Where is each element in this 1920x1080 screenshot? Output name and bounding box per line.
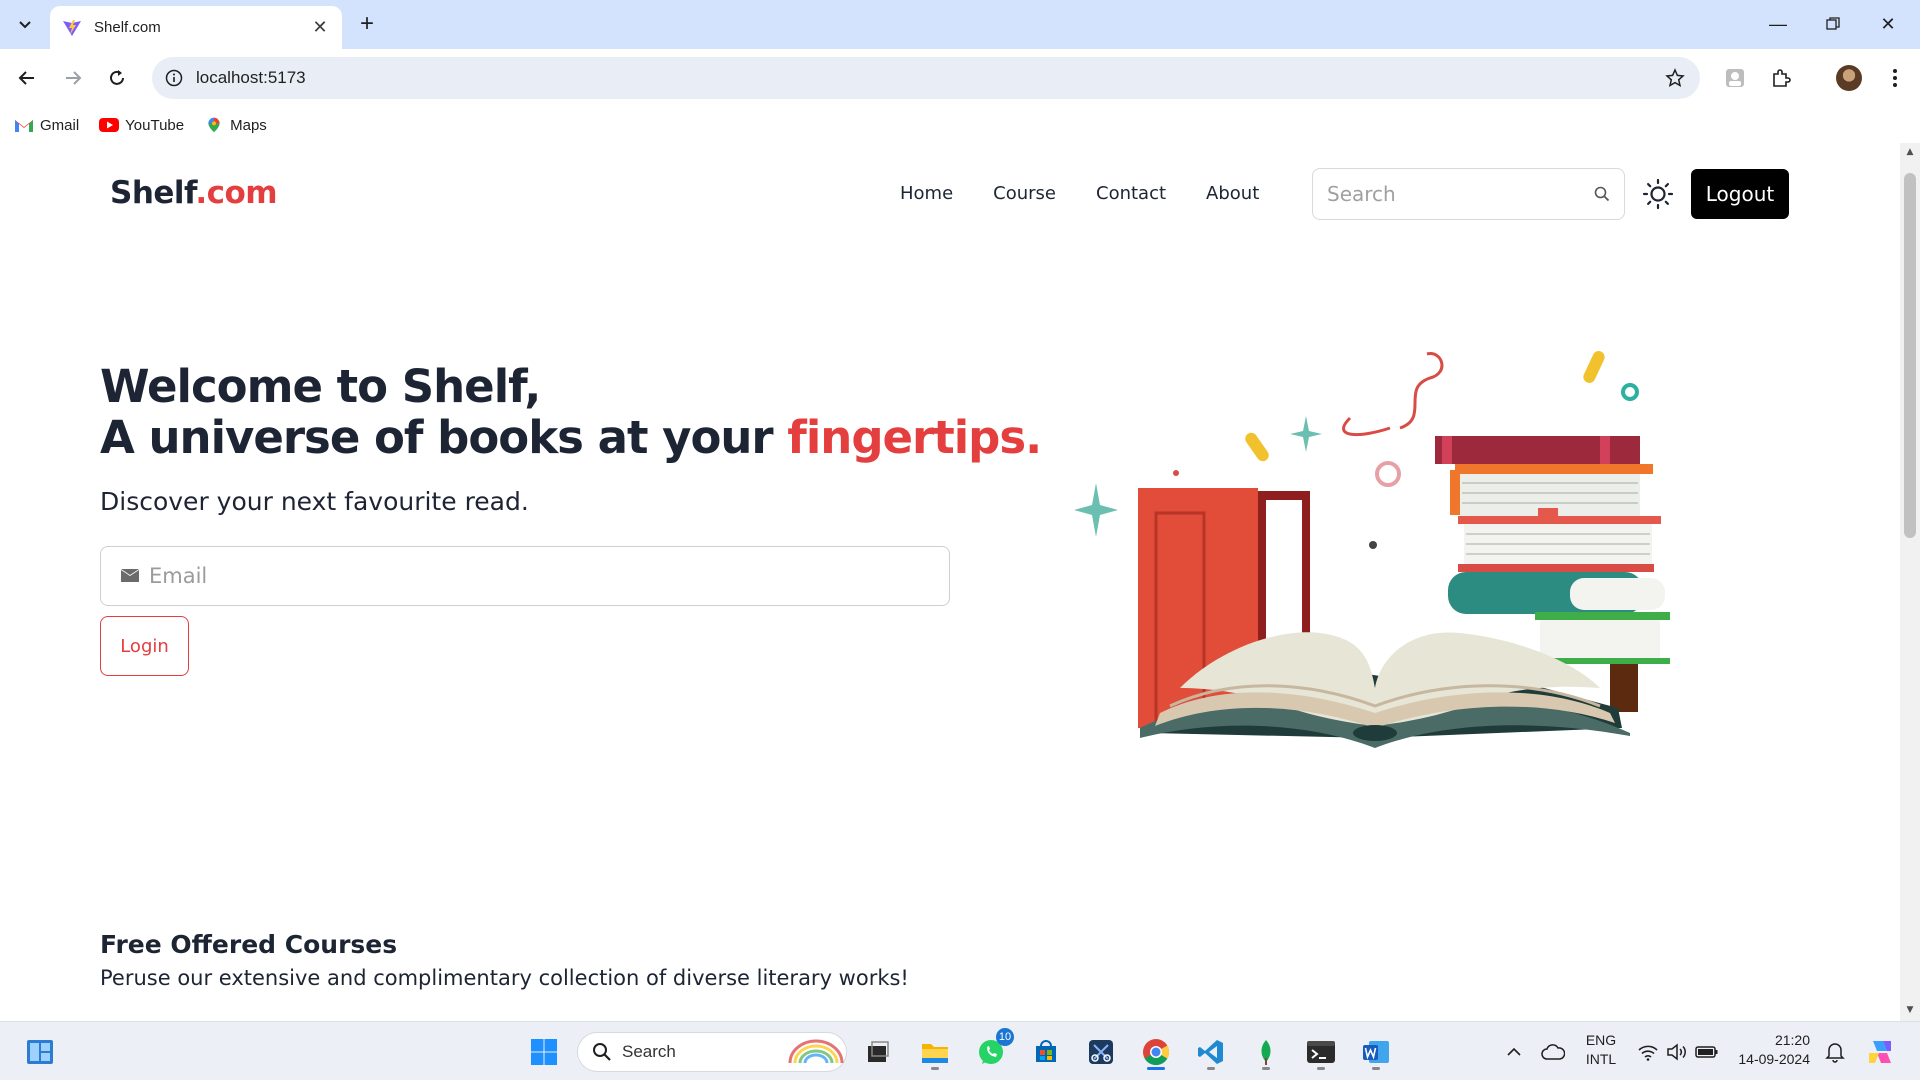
theme-toggle-sun-icon[interactable] bbox=[1642, 178, 1674, 210]
restore-icon[interactable] bbox=[1813, 10, 1853, 38]
minimize-icon[interactable]: — bbox=[1758, 10, 1798, 38]
profile-avatar[interactable] bbox=[1836, 65, 1862, 91]
vscode-icon[interactable] bbox=[1191, 1032, 1231, 1072]
bookmark-label: Maps bbox=[230, 116, 267, 134]
brand-accent: .com bbox=[195, 175, 278, 211]
onedrive-cloud-icon[interactable] bbox=[1533, 1032, 1573, 1072]
start-windows-icon[interactable] bbox=[524, 1032, 564, 1072]
running-indicator bbox=[1262, 1067, 1270, 1070]
envelope-icon bbox=[121, 569, 139, 582]
running-indicator bbox=[1207, 1067, 1215, 1070]
browser-tabstrip: Shelf.com ✕ + — ✕ bbox=[0, 0, 1920, 49]
search-icon[interactable] bbox=[1594, 186, 1610, 202]
main-nav: Home Course Contact About bbox=[900, 183, 1299, 204]
bookmark-label: Gmail bbox=[40, 116, 80, 134]
extensions-puzzle-icon[interactable] bbox=[1768, 65, 1794, 91]
clock[interactable]: 21:20 14-09-2024 bbox=[1726, 1032, 1810, 1067]
vite-favicon-icon bbox=[63, 19, 81, 36]
back-icon[interactable] bbox=[12, 63, 42, 93]
browser-tab-active[interactable]: Shelf.com ✕ bbox=[50, 6, 342, 49]
scrollbar-thumb[interactable] bbox=[1904, 173, 1916, 538]
task-view-icon[interactable] bbox=[858, 1032, 898, 1072]
new-tab-button[interactable]: + bbox=[354, 12, 380, 38]
login-button[interactable]: Login bbox=[100, 616, 189, 676]
taskbar-search[interactable]: Search bbox=[577, 1032, 847, 1072]
snipping-tool-icon[interactable] bbox=[1081, 1032, 1121, 1072]
page-viewport: Shelf.com Home Course Contact About Sear… bbox=[0, 143, 1900, 1021]
hero-subtitle: Discover your next favourite read. bbox=[100, 487, 529, 516]
forward-icon[interactable] bbox=[58, 63, 88, 93]
word-icon[interactable] bbox=[1356, 1032, 1396, 1072]
bookmark-gmail[interactable]: Gmail bbox=[14, 117, 79, 134]
email-field[interactable]: Email bbox=[100, 546, 950, 606]
scroll-down-arrow-icon[interactable]: ▼ bbox=[1904, 1005, 1916, 1017]
bookmark-star-icon[interactable] bbox=[1660, 63, 1690, 93]
search-highlight-icon bbox=[788, 1039, 844, 1064]
site-search-input[interactable]: Search bbox=[1312, 168, 1625, 220]
clock-time: 21:20 bbox=[1774, 1032, 1810, 1048]
scroll-up-arrow-icon[interactable]: ▲ bbox=[1904, 147, 1916, 159]
running-indicator bbox=[931, 1067, 939, 1070]
bookmark-youtube[interactable]: YouTube bbox=[99, 117, 184, 134]
nav-course[interactable]: Course bbox=[993, 183, 1056, 204]
nav-about[interactable]: About bbox=[1206, 183, 1259, 204]
browser-toolbar: localhost:5173 bbox=[0, 49, 1920, 107]
hero-heading: Welcome to Shelf, A universe of books at… bbox=[100, 360, 1042, 464]
bookmark-maps[interactable]: Maps bbox=[204, 117, 267, 134]
bookmark-label: YouTube bbox=[125, 116, 185, 134]
taskbar-search-placeholder: Search bbox=[622, 1042, 676, 1061]
hero-line2-prefix: A universe of books at your bbox=[100, 411, 788, 464]
tab-title: Shelf.com bbox=[94, 19, 161, 36]
lang-line1: ENG bbox=[1585, 1032, 1617, 1048]
battery-icon[interactable] bbox=[1687, 1032, 1727, 1072]
brand-main: Shelf bbox=[110, 175, 196, 211]
youtube-icon bbox=[99, 118, 120, 132]
notification-bell-icon[interactable] bbox=[1815, 1032, 1855, 1072]
microsoft-store-icon[interactable] bbox=[1026, 1032, 1066, 1072]
windows-taskbar: Search 10 ENG INTL 21:20 14-09-2024 bbox=[0, 1021, 1920, 1080]
running-indicator bbox=[1317, 1067, 1325, 1070]
gmail-icon bbox=[15, 120, 33, 132]
extension-profile-icon[interactable] bbox=[1722, 65, 1748, 91]
running-indicator-active bbox=[1147, 1067, 1165, 1070]
nav-contact[interactable]: Contact bbox=[1096, 183, 1166, 204]
books-illustration bbox=[1074, 351, 1670, 748]
language-indicator[interactable]: ENG INTL bbox=[1578, 1032, 1624, 1067]
lang-line2: INTL bbox=[1585, 1051, 1617, 1067]
search-placeholder: Search bbox=[1327, 182, 1396, 206]
widgets-icon[interactable] bbox=[20, 1032, 60, 1072]
browser-menu-icon[interactable] bbox=[1882, 65, 1908, 91]
file-explorer-icon[interactable] bbox=[915, 1032, 955, 1072]
close-window-icon[interactable]: ✕ bbox=[1868, 10, 1908, 38]
search-icon bbox=[593, 1043, 611, 1061]
chrome-icon[interactable] bbox=[1136, 1032, 1176, 1072]
site-info-icon[interactable] bbox=[162, 66, 186, 90]
mongodb-compass-icon[interactable] bbox=[1246, 1032, 1286, 1072]
reload-icon[interactable] bbox=[102, 63, 132, 93]
page-scrollbar[interactable]: ▲ ▼ bbox=[1900, 143, 1920, 1021]
hero-line2-accent: fingertips. bbox=[787, 411, 1042, 464]
whatsapp-badge: 10 bbox=[996, 1028, 1014, 1046]
hero-line1: Welcome to Shelf, bbox=[100, 360, 541, 413]
site-logo[interactable]: Shelf.com bbox=[110, 175, 278, 211]
courses-section-subtitle: Peruse our extensive and complimentary c… bbox=[100, 966, 909, 990]
maps-icon bbox=[208, 117, 220, 133]
email-placeholder: Email bbox=[149, 564, 208, 588]
url-text[interactable]: localhost:5173 bbox=[196, 68, 1660, 88]
tab-close-icon[interactable]: ✕ bbox=[310, 17, 330, 38]
hero-line2: A universe of books at your fingertips. bbox=[100, 411, 1042, 464]
running-indicator bbox=[1372, 1067, 1380, 1070]
courses-section-title: Free Offered Courses bbox=[100, 930, 398, 959]
whatsapp-icon[interactable]: 10 bbox=[971, 1028, 1014, 1072]
logout-button[interactable]: Logout bbox=[1691, 169, 1789, 219]
terminal-icon[interactable] bbox=[1301, 1032, 1341, 1072]
tab-search-dropdown-icon[interactable] bbox=[10, 12, 40, 38]
address-bar[interactable]: localhost:5173 bbox=[152, 57, 1700, 99]
nav-home[interactable]: Home bbox=[900, 183, 953, 204]
copilot-icon[interactable] bbox=[1860, 1032, 1900, 1072]
show-hidden-icons-chevron-icon[interactable] bbox=[1494, 1032, 1534, 1072]
bookmarks-bar: Gmail YouTube Maps bbox=[0, 107, 1920, 143]
clock-date: 14-09-2024 bbox=[1738, 1051, 1810, 1067]
